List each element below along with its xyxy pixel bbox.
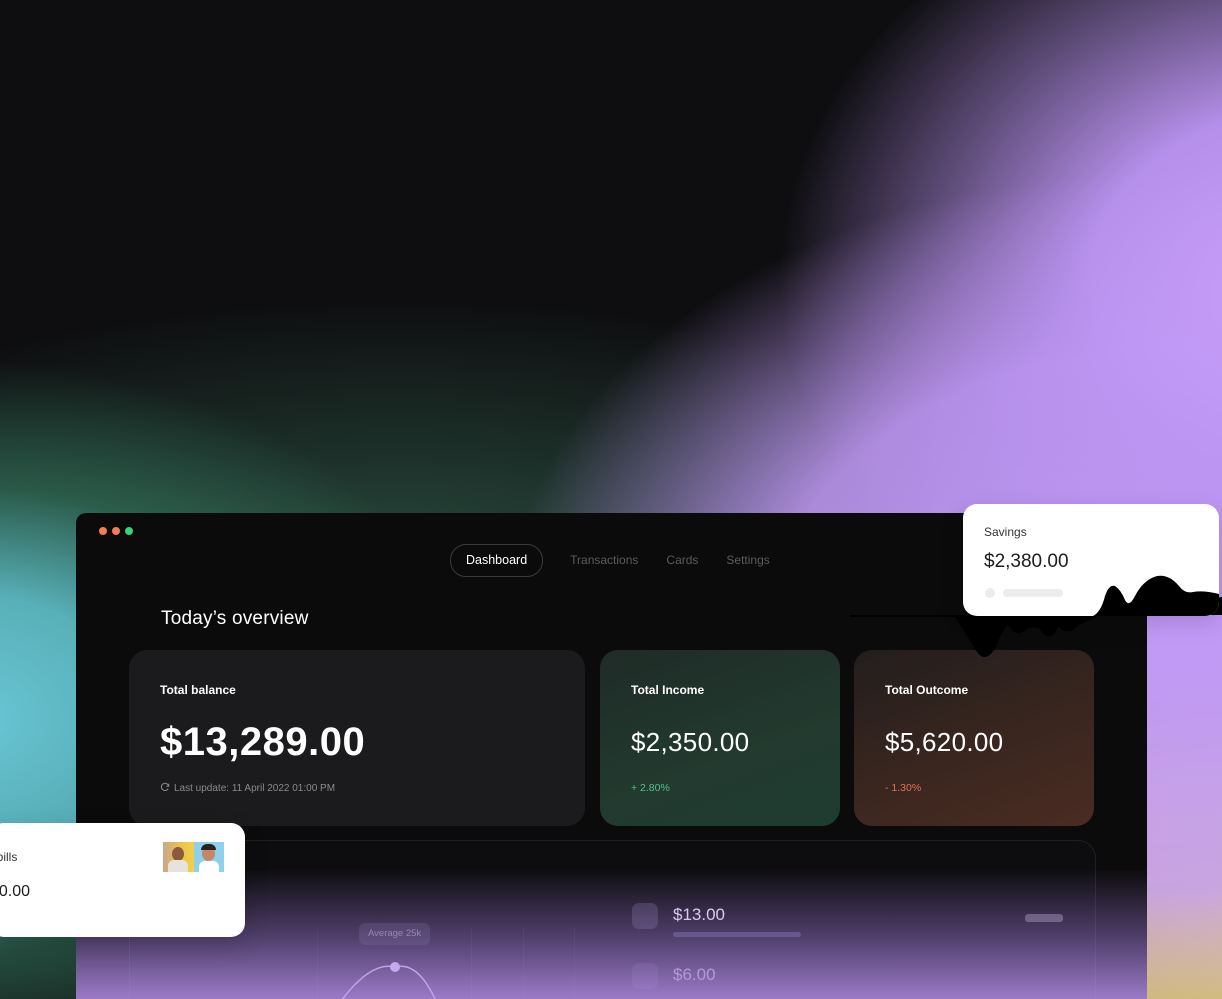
tab-transactions[interactable]: Transactions bbox=[556, 545, 652, 576]
savings-placeholder-bar bbox=[1003, 589, 1063, 597]
savings-placeholder-dot bbox=[985, 588, 995, 598]
bills-label: t bills bbox=[0, 850, 18, 864]
transaction-icon bbox=[632, 963, 658, 989]
savings-card[interactable]: Savings $2,380.00 bbox=[963, 504, 1219, 616]
savings-wave bbox=[1093, 575, 1219, 616]
income-label: Total Income bbox=[631, 683, 705, 697]
last-update-text: Last update: 11 April 2022 01:00 PM bbox=[174, 783, 336, 794]
avatar[interactable] bbox=[163, 842, 194, 872]
curve-point[interactable] bbox=[390, 962, 400, 972]
bills-amount: 00.00 bbox=[0, 883, 31, 900]
total-income-card[interactable]: Total Income $2,350.00 + 2.80% bbox=[600, 650, 840, 826]
average-curve bbox=[341, 962, 436, 999]
income-amount: $2,350.00 bbox=[631, 727, 750, 757]
total-outcome-card[interactable]: Total Outcome $5,620.00 - 1.30% bbox=[854, 650, 1094, 826]
tab-cards[interactable]: Cards bbox=[652, 545, 712, 576]
outcome-amount: $5,620.00 bbox=[885, 727, 1004, 757]
chart-gridline bbox=[317, 928, 318, 999]
split-bills-card[interactable]: t bills 00.00 bbox=[0, 823, 245, 937]
transaction-amount: $13.00 bbox=[673, 905, 725, 924]
chart-gridline bbox=[523, 928, 524, 999]
tab-dashboard[interactable]: Dashboard bbox=[450, 544, 544, 577]
transaction-amount: $6.00 bbox=[673, 965, 716, 984]
transaction-menu[interactable] bbox=[1025, 914, 1063, 922]
refresh-icon[interactable] bbox=[160, 782, 170, 795]
avatar-group bbox=[163, 842, 224, 872]
maximize-dot[interactable] bbox=[125, 527, 133, 535]
avatar[interactable] bbox=[194, 842, 224, 872]
transaction-icon bbox=[632, 903, 658, 929]
savings-label: Savings bbox=[984, 525, 1027, 539]
last-update: Last update: 11 April 2022 01:00 PM bbox=[160, 782, 335, 795]
close-dot[interactable] bbox=[99, 527, 107, 535]
outcome-label: Total Outcome bbox=[885, 683, 969, 697]
minimize-dot[interactable] bbox=[112, 527, 120, 535]
analytics-panel bbox=[129, 840, 1096, 999]
total-balance-card[interactable]: Total balance $13,289.00 Last update: 11… bbox=[129, 650, 585, 826]
chart-gridline bbox=[574, 928, 575, 999]
chart-gridline bbox=[471, 928, 472, 999]
top-nav: Dashboard Transactions Cards Settings bbox=[450, 544, 784, 577]
income-change: + 2.80% bbox=[631, 782, 670, 794]
transaction-bar bbox=[673, 932, 801, 937]
page-title: Today’s overview bbox=[161, 608, 309, 629]
average-tooltip: Average 25k bbox=[359, 923, 431, 945]
outcome-change: - 1.30% bbox=[885, 782, 922, 794]
tab-settings[interactable]: Settings bbox=[712, 545, 783, 576]
balance-label: Total balance bbox=[160, 683, 236, 697]
savings-amount: $2,380.00 bbox=[984, 551, 1069, 572]
window-controls bbox=[99, 527, 133, 535]
balance-amount: $13,289.00 bbox=[160, 720, 366, 764]
